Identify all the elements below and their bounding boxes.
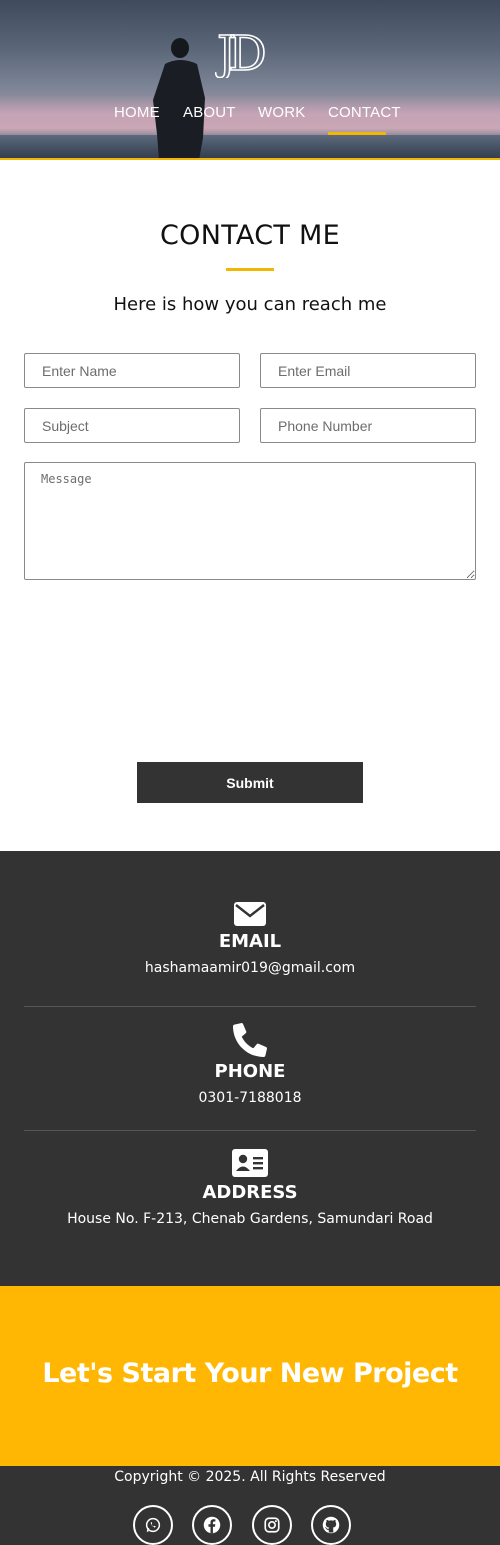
cta-heading: Let's Start Your New Project (42, 1358, 458, 1389)
address-value: House No. F-213, Chenab Gardens, Samunda… (67, 1211, 433, 1227)
facebook-link[interactable] (192, 1505, 232, 1545)
facebook-icon (203, 1516, 221, 1534)
main-nav: HOME ABOUT WORK CONTACT (0, 104, 500, 135)
address-block: ADDRESS House No. F-213, Chenab Gardens,… (0, 1148, 500, 1227)
email-block: EMAIL hashamaamir019@gmail.com (0, 901, 500, 976)
whatsapp-link[interactable] (133, 1505, 173, 1545)
logo[interactable]: JD (215, 26, 287, 78)
email-input[interactable] (260, 353, 476, 388)
instagram-link[interactable] (252, 1505, 292, 1545)
instagram-icon (264, 1517, 280, 1533)
phone-block: PHONE 0301-7188018 (0, 1023, 500, 1106)
submit-button[interactable]: Submit (137, 762, 363, 803)
whatsapp-icon (145, 1517, 161, 1533)
contact-subtitle: Here is how you can reach me (113, 294, 387, 315)
message-textarea[interactable] (24, 462, 476, 580)
contact-title: CONTACT ME (160, 220, 340, 251)
person-silhouette (153, 38, 205, 160)
hero-header: JD HOME ABOUT WORK CONTACT (0, 0, 500, 160)
nav-home[interactable]: HOME (114, 104, 160, 121)
title-underline (226, 268, 274, 271)
github-link[interactable] (311, 1505, 351, 1545)
name-input[interactable] (24, 353, 240, 388)
info-divider (24, 1006, 476, 1007)
header-accent-line (0, 158, 500, 160)
subject-input[interactable] (24, 408, 240, 443)
address-card-icon (232, 1149, 268, 1177)
cta-banner: Let's Start Your New Project (0, 1286, 500, 1466)
phone-value[interactable]: 0301-7188018 (0, 1090, 500, 1106)
copyright-text: Copyright © 2025. All Rights Reserved (114, 1469, 386, 1485)
email-label: EMAIL (218, 931, 282, 952)
envelope-icon (234, 902, 266, 926)
email-value[interactable]: hashamaamir019@gmail.com (0, 960, 500, 976)
nav-work[interactable]: WORK (258, 104, 305, 121)
info-divider (24, 1130, 476, 1131)
address-label: ADDRESS (202, 1182, 298, 1203)
phone-label: PHONE (214, 1061, 286, 1082)
contact-info: EMAIL hashamaamir019@gmail.com PHONE 030… (0, 851, 500, 1286)
nav-about[interactable]: ABOUT (183, 104, 236, 121)
nav-contact[interactable]: CONTACT (328, 104, 401, 121)
water (0, 135, 500, 160)
footer: Copyright © 2025. All Rights Reserved (0, 1466, 500, 1545)
phone-input[interactable] (260, 408, 476, 443)
logo-text: JD (215, 26, 264, 78)
phone-icon (233, 1023, 267, 1057)
github-icon (322, 1516, 340, 1534)
nav-active-indicator (328, 132, 386, 135)
